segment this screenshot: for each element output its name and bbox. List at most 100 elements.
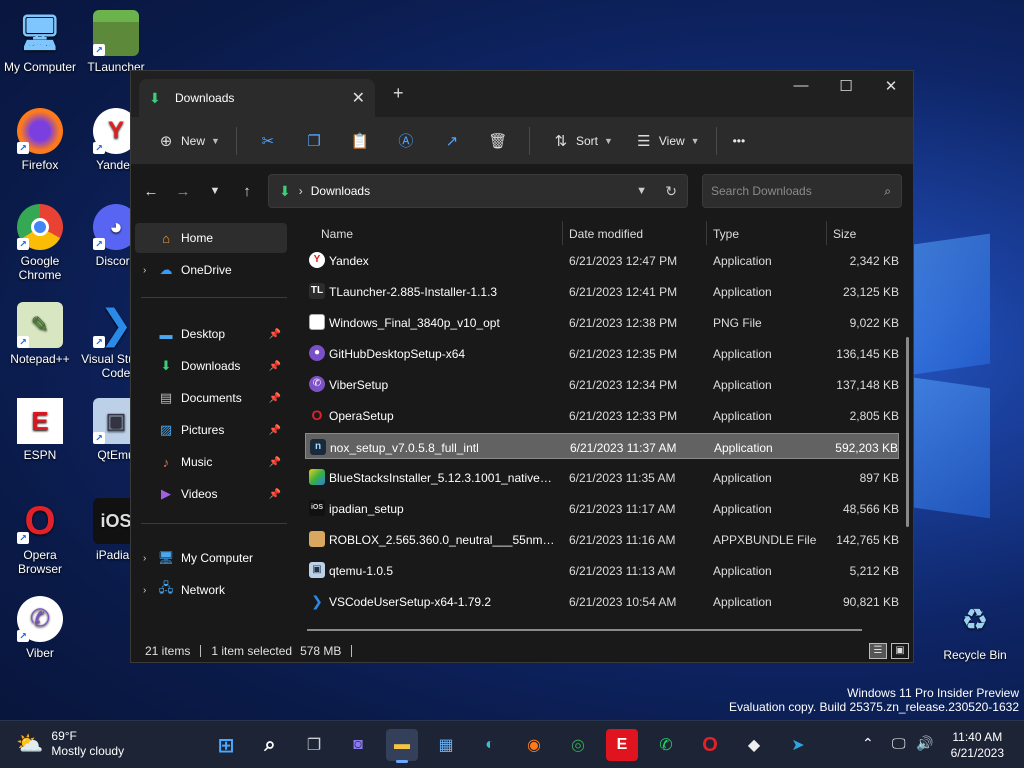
espn-icon: E (17, 398, 63, 444)
desktop-icon-espn[interactable]: E ESPN (0, 398, 80, 462)
volume-icon[interactable]: 🔊 (916, 735, 933, 752)
tab-downloads[interactable]: ⬇ Downloads ✕ (139, 79, 375, 117)
column-header-type[interactable]: Type (713, 227, 739, 241)
start-button[interactable]: ⊞ (210, 729, 242, 761)
chat-button[interactable]: ◙ (342, 729, 374, 761)
expand-chevron-icon[interactable]: › (143, 553, 157, 564)
file-row[interactable]: iOS ipadian_setup 6/21/2023 11:17 AM App… (305, 495, 899, 521)
sidebar-item-desktop[interactable]: ▬ Desktop 📌 (135, 319, 287, 349)
new-tab-button[interactable]: + (393, 83, 404, 104)
recent-locations-chevron-icon[interactable]: ▼ (199, 185, 231, 197)
file-row[interactable]: BlueStacksInstaller_5.12.3.1001_native_4… (305, 464, 899, 490)
firefox-button[interactable]: ◉ (518, 729, 550, 761)
edge-button[interactable]: ◐ (474, 729, 506, 761)
more-options-button[interactable]: ••• (725, 125, 754, 157)
file-row-selected[interactable]: n nox_setup_v7.0.5.8_full_intl 6/21/2023… (305, 433, 899, 459)
network-status-icon[interactable]: 🖵 (892, 735, 906, 752)
breadcrumb-downloads[interactable]: Downloads (311, 184, 370, 198)
show-hidden-icons-chevron-icon[interactable]: ⌃ (862, 735, 874, 752)
desktop-icon-firefox[interactable]: ↗ Firefox (0, 108, 80, 172)
file-row[interactable]: Y Yandex 6/21/2023 12:47 PM Application … (305, 247, 899, 273)
file-row[interactable]: ❯ VSCodeUserSetup-x64-1.79.2 6/21/2023 1… (305, 588, 899, 614)
telegram-button[interactable]: ➤ (782, 729, 814, 761)
espn-button[interactable]: E (606, 729, 638, 761)
column-divider[interactable] (706, 221, 707, 245)
roblox-button[interactable]: ◆ (738, 729, 770, 761)
document-icon: ▤ (159, 390, 173, 405)
desktop-icon-my-computer[interactable]: 🖥 My Computer (0, 10, 80, 74)
search-box[interactable]: ⌕ (702, 174, 902, 208)
whatsapp-button[interactable]: ✆ (650, 729, 682, 761)
sidebar-item-my-computer[interactable]: › 🖥 My Computer (135, 543, 287, 573)
task-view-button[interactable]: ❐ (298, 729, 330, 761)
sidebar-item-videos[interactable]: ▶ Videos 📌 (135, 479, 287, 509)
column-divider[interactable] (826, 221, 827, 245)
close-tab-icon[interactable]: ✕ (352, 88, 365, 108)
desktop-icon-viber[interactable]: ✆ ↗ Viber (0, 596, 80, 660)
sidebar-item-onedrive[interactable]: › ☁ OneDrive (135, 255, 287, 285)
file-row[interactable]: ✆ ViberSetup 6/21/2023 12:34 PM Applicat… (305, 371, 899, 397)
desktop-icon-chrome[interactable]: ↗ Google Chrome (0, 204, 80, 282)
sidebar-item-music[interactable]: ♪ Music 📌 (135, 447, 287, 477)
search-input[interactable] (711, 184, 871, 198)
address-history-chevron-icon[interactable]: ▼ (636, 185, 647, 197)
clock-time: 11:40 AM (952, 730, 1003, 744)
column-header-date[interactable]: Date modified (569, 227, 643, 241)
file-row[interactable]: Windows_Final_3840p_v10_opt 6/21/2023 12… (305, 309, 899, 335)
taskbar: ⛅ 69°F Mostly cloudy ⊞ ⌕ ❐ ◙ ▬ ▦ ◐ ◉ ◎ E… (0, 720, 1024, 768)
minimize-button[interactable]: — (781, 77, 821, 94)
search-button[interactable]: ⌕ (254, 729, 286, 761)
desktop-icon-notepadpp[interactable]: ✎ ↗ Notepad++ (0, 302, 80, 366)
forward-arrow-icon[interactable]: → (167, 183, 199, 200)
sidebar-item-home[interactable]: ⌂ Home (135, 223, 287, 253)
column-divider[interactable] (562, 221, 563, 245)
tiles-view-icon[interactable]: ▣ (891, 643, 909, 659)
sort-button[interactable]: ⇅ Sort ▼ (538, 125, 621, 157)
sidebar-item-documents[interactable]: ▤ Documents 📌 (135, 383, 287, 413)
sidebar-item-downloads[interactable]: ⬇ Downloads 📌 (135, 351, 287, 381)
sidebar-item-pictures[interactable]: ▨ Pictures 📌 (135, 415, 287, 445)
close-window-button[interactable]: ✕ (871, 77, 911, 95)
expand-chevron-icon[interactable]: › (143, 265, 157, 276)
desktop-icon-tlauncher[interactable]: ↗ TLauncher (76, 10, 156, 74)
active-indicator (396, 760, 408, 763)
share-button[interactable]: ↗ (429, 125, 475, 157)
column-header-size[interactable]: Size (833, 227, 856, 241)
maximize-button[interactable]: ☐ (826, 77, 866, 95)
back-arrow-icon[interactable]: ← (135, 183, 167, 200)
horizontal-scrollbar[interactable] (307, 629, 862, 631)
file-row[interactable]: TL TLauncher-2.885-Installer-1.1.3 6/21/… (305, 278, 899, 304)
file-row[interactable]: ▣ qtemu-1.0.5 6/21/2023 11:13 AM Applica… (305, 557, 899, 583)
view-button[interactable]: ☰ View ▼ (621, 125, 708, 157)
new-button[interactable]: ⊕ New ▼ (143, 125, 228, 157)
desktop-icon-recycle-bin[interactable]: ♻ Recycle Bin (935, 598, 1015, 663)
store-button[interactable]: ▦ (430, 729, 462, 761)
cut-button[interactable]: ✂ (245, 125, 291, 157)
file-row[interactable]: ● GitHubDesktopSetup-x64 6/21/2023 12:35… (305, 340, 899, 366)
paste-button[interactable]: 📋 (337, 125, 383, 157)
desktop-icon-opera[interactable]: O ↗ Opera Browser (0, 498, 80, 576)
weather-widget[interactable]: ⛅ 69°F Mostly cloudy (16, 729, 124, 759)
vertical-scrollbar[interactable] (906, 337, 909, 527)
chevron-down-icon: ▼ (211, 135, 220, 146)
chrome-button[interactable]: ◎ (562, 729, 594, 761)
file-row[interactable]: ROBLOX_2.565.360.0_neutral___55nm5eh... … (305, 526, 899, 552)
up-arrow-icon[interactable]: ↑ (231, 183, 263, 200)
breadcrumb-separator-icon: › (298, 184, 303, 198)
refresh-icon[interactable]: ↻ (665, 183, 677, 200)
rename-button[interactable]: Ⓐ (383, 125, 429, 157)
file-row[interactable]: O OperaSetup 6/21/2023 12:33 PM Applicat… (305, 402, 899, 428)
delete-button[interactable]: 🗑 (475, 125, 521, 157)
address-bar[interactable]: ⬇ › Downloads ▼ ↻ (268, 174, 688, 208)
column-header-name[interactable]: Name (321, 227, 353, 241)
sidebar-item-network[interactable]: › 🖧 Network (135, 575, 287, 605)
details-view-icon[interactable]: ☰ (869, 643, 887, 659)
expand-chevron-icon[interactable]: › (143, 585, 157, 596)
pin-icon: 📌 (268, 360, 281, 372)
selected-count: 1 item selected (211, 644, 293, 658)
file-explorer-taskbar-button[interactable]: ▬ (386, 729, 418, 763)
clock[interactable]: 11:40 AM 6/21/2023 (951, 729, 1004, 761)
toolbar-divider (528, 126, 530, 155)
copy-button[interactable]: ❐ (291, 125, 337, 157)
opera-button[interactable]: O (694, 729, 726, 761)
